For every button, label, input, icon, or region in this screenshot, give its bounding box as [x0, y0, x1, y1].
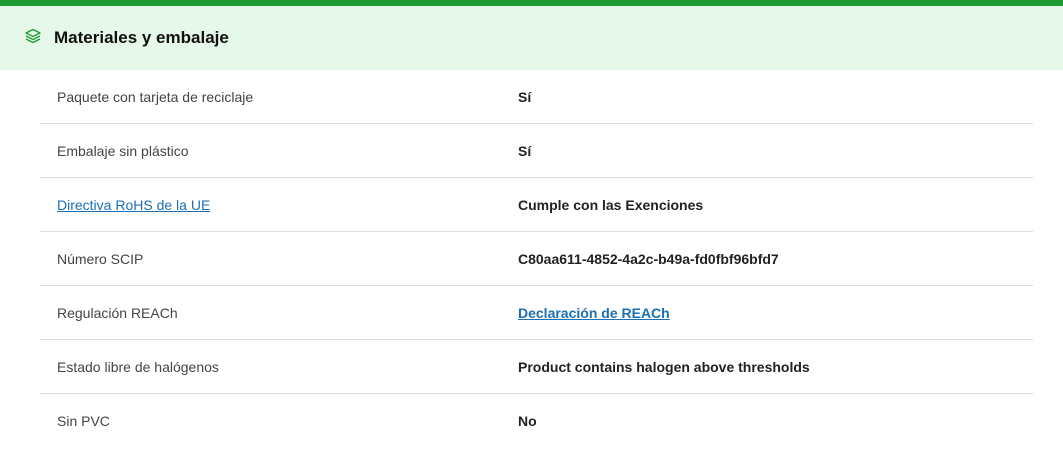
rohs-directive-link[interactable]: Directiva RoHS de la UE: [57, 197, 210, 213]
spec-value: C80aa611-4852-4a2c-b49a-fd0fbf96bfd7: [518, 250, 779, 267]
materials-packaging-panel: Materiales y embalaje Paquete con tarjet…: [0, 0, 1063, 448]
spec-row-plastic-free: Embalaje sin plástico Sí: [40, 124, 1033, 178]
spec-row-halogen-free: Estado libre de halógenos Product contai…: [40, 340, 1033, 394]
spec-label-wrap: Directiva RoHS de la UE: [40, 197, 518, 213]
spec-label: Regulación REACh: [57, 304, 178, 321]
spec-row-pvc-free: Sin PVC No: [40, 394, 1033, 448]
spec-value: Sí: [518, 88, 532, 105]
spec-value: Sí: [518, 142, 532, 159]
spec-label: Embalaje sin plástico: [57, 142, 189, 159]
spec-row-recycling-card: Paquete con tarjeta de reciclaje Sí: [40, 70, 1033, 124]
spec-row-rohs: Directiva RoHS de la UE Cumple con las E…: [40, 178, 1033, 232]
spec-list: Paquete con tarjeta de reciclaje Sí Emba…: [0, 70, 1063, 448]
spec-row-scip: Número SCIP C80aa611-4852-4a2c-b49a-fd0f…: [40, 232, 1033, 286]
spec-value-wrap: Declaración de REACh: [518, 305, 670, 321]
spec-label: Número SCIP: [57, 250, 144, 267]
spec-value: No: [518, 413, 537, 429]
spec-row-reach: Regulación REACh Declaración de REACh: [40, 286, 1033, 340]
spec-label: Estado libre de halógenos: [57, 358, 219, 375]
reach-declaration-link[interactable]: Declaración de REACh: [518, 305, 670, 321]
spec-value: Cumple con las Exenciones: [518, 196, 704, 213]
section-header[interactable]: Materiales y embalaje: [0, 6, 1063, 70]
spec-value: Product contains halogen above threshold…: [518, 358, 810, 375]
section-title: Materiales y embalaje: [54, 28, 229, 47]
spec-label: Paquete con tarjeta de reciclaje: [57, 88, 254, 105]
layers-icon: [24, 27, 42, 45]
spec-label: Sin PVC: [57, 413, 110, 429]
